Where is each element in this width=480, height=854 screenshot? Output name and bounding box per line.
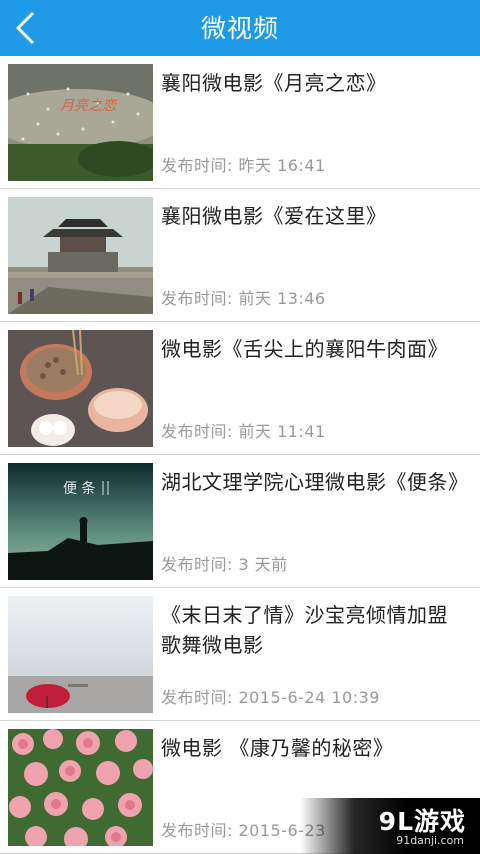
video-title: 《末日末了情》沙宝亮倾情加盟歌舞微电影	[161, 603, 448, 657]
watermark-logo: 9L游戏	[378, 807, 466, 836]
publish-time: 发布时间: 昨天 16:41	[161, 156, 326, 175]
publish-time: 发布时间: 前天 11:41	[161, 422, 326, 441]
publish-time: 发布时间: 3 天前	[161, 555, 288, 574]
video-title: 微电影 《康乃馨的秘密》	[161, 736, 394, 760]
video-list: 月亮之恋 襄阳微电影《月亮之恋》 发布时间: 昨天 16:41 襄阳微电影《爱在…	[0, 56, 480, 854]
video-thumbnail	[8, 197, 153, 314]
list-item[interactable]: 襄阳微电影《爱在这里》 发布时间: 前天 13:46	[0, 189, 480, 322]
list-item[interactable]: 月亮之恋 襄阳微电影《月亮之恋》 发布时间: 昨天 16:41	[0, 56, 480, 189]
video-title: 微电影《舌尖上的襄阳牛肉面》	[161, 337, 448, 361]
video-thumbnail	[8, 596, 153, 713]
publish-time: 发布时间: 2015-6-24 10:39	[161, 688, 380, 707]
list-item[interactable]: 《末日末了情》沙宝亮倾情加盟歌舞微电影 发布时间: 2015-6-24 10:3…	[0, 588, 480, 721]
watermark-overlay: 9L游戏 91danji.com	[300, 798, 480, 854]
video-thumbnail	[8, 330, 153, 447]
list-item[interactable]: 便 条 湖北文理学院心理微电影《便条》 发布时间: 3 天前	[0, 455, 480, 588]
publish-time: 发布时间: 前天 13:46	[161, 289, 326, 308]
video-title: 湖北文理学院心理微电影《便条》	[161, 470, 469, 494]
video-title: 襄阳微电影《月亮之恋》	[161, 71, 387, 95]
page-title: 微视频	[200, 14, 279, 43]
app-header: 微视频	[0, 0, 480, 56]
video-title: 襄阳微电影《爱在这里》	[161, 204, 387, 228]
video-thumbnail	[8, 729, 153, 846]
video-thumbnail: 便 条	[8, 463, 153, 580]
svg-text:便 条: 便 条	[63, 480, 95, 497]
svg-text:月亮之恋: 月亮之恋	[60, 98, 118, 114]
watermark-site: 91danji.com	[396, 834, 464, 847]
list-item[interactable]: 微电影《舌尖上的襄阳牛肉面》 发布时间: 前天 11:41	[0, 322, 480, 455]
video-thumbnail: 月亮之恋	[8, 64, 153, 181]
